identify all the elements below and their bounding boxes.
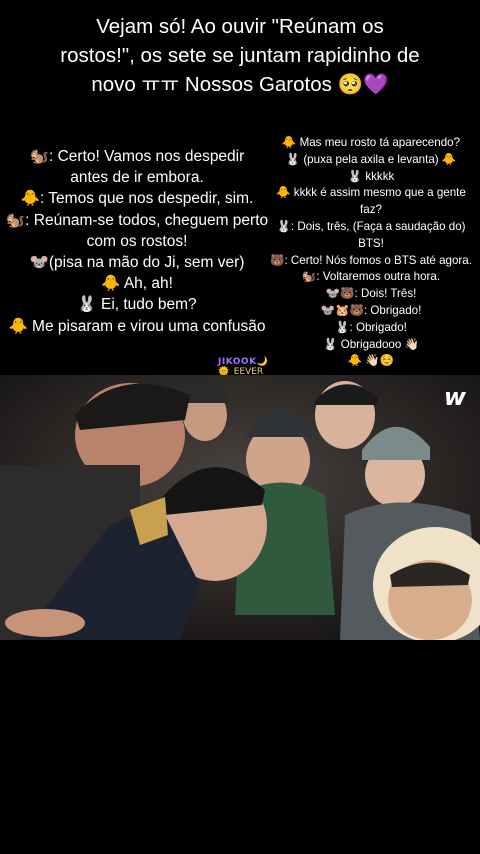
dialogue-line: 🐰: Obrigado!	[335, 320, 407, 334]
dialogue-line: 🐰 Ei, tudo bem?	[77, 296, 197, 314]
dialogue-line: faz?	[360, 203, 382, 217]
dialogue-line: 🐰 kkkkk	[347, 169, 395, 183]
dialogue-line: 🐿️: Voltaremos outra hora.	[301, 270, 441, 284]
dialogue-line: 🐰 Obrigadooo 👋🏻	[323, 337, 419, 351]
dialogue-line: 🐥: Temos que nos despedir, sim.	[20, 190, 254, 208]
dialogue-line: 🐭🐻: Dois! Três!	[325, 287, 417, 301]
watermark-line: JIKOOK🌙	[218, 357, 269, 367]
dialogue-line: 🐰 (puxa pela axila e levanta) 🐥	[285, 152, 457, 166]
dialogue-line: 🐥 Mas meu rosto tá aparecendo?	[281, 136, 461, 149]
dialogue-line: 🐭🐹🐻: Obrigado!	[320, 303, 422, 317]
title-line: novo ㅠㅠ Nossos Garotos 🥺💜	[91, 73, 389, 96]
title-line: rostos!", os sete se juntam rapidinho de	[60, 44, 420, 67]
photo-illustration	[0, 375, 480, 640]
dialogue-line: BTS!	[358, 236, 384, 250]
dialogue-line: antes de ir embora.	[70, 169, 204, 187]
dialogue-line: 🐥 Me pisaram e virou uma confusão	[8, 317, 266, 335]
caption-title: Vejam só! Ao ouvir "Reúnam os rostos!", …	[40, 12, 440, 99]
dialogue-line: 🐭(pisa na mão do Ji, sem ver)	[29, 254, 245, 272]
title-line: Vejam só! Ao ouvir "Reúnam os	[96, 15, 384, 38]
dialogue-line: 🐥 👋🏻☺️	[347, 354, 395, 368]
group-selfie-photo: w	[0, 375, 480, 640]
dialogue-line: com os rostos!	[86, 232, 188, 250]
dialogue-line: 🐻: Certo! Nós fomos o BTS até agora.	[270, 253, 472, 267]
right-dialogue: 🐥 Mas meu rosto tá aparecendo? 🐰 (puxa p…	[262, 135, 480, 370]
dialogue-line: 🐥 kkkk é assim mesmo que a gente	[276, 186, 466, 200]
dialogue-line: 🐰: Dois, três, (Faça a saudação do)	[276, 219, 466, 233]
weverse-logo-icon: w	[443, 383, 466, 411]
dialogue-line: 🐿️: Reúnam-se todos, cheguem perto	[5, 211, 269, 229]
dialogue-line: 🐥 Ah, ah!	[101, 275, 173, 293]
watermark: JIKOOK🌙 🌞_EEVER	[218, 357, 268, 377]
left-dialogue: 🐿️: Certo! Vamos nos despedir antes de i…	[2, 146, 272, 337]
dialogue-line: 🐿️: Certo! Vamos nos despedir	[29, 148, 245, 165]
